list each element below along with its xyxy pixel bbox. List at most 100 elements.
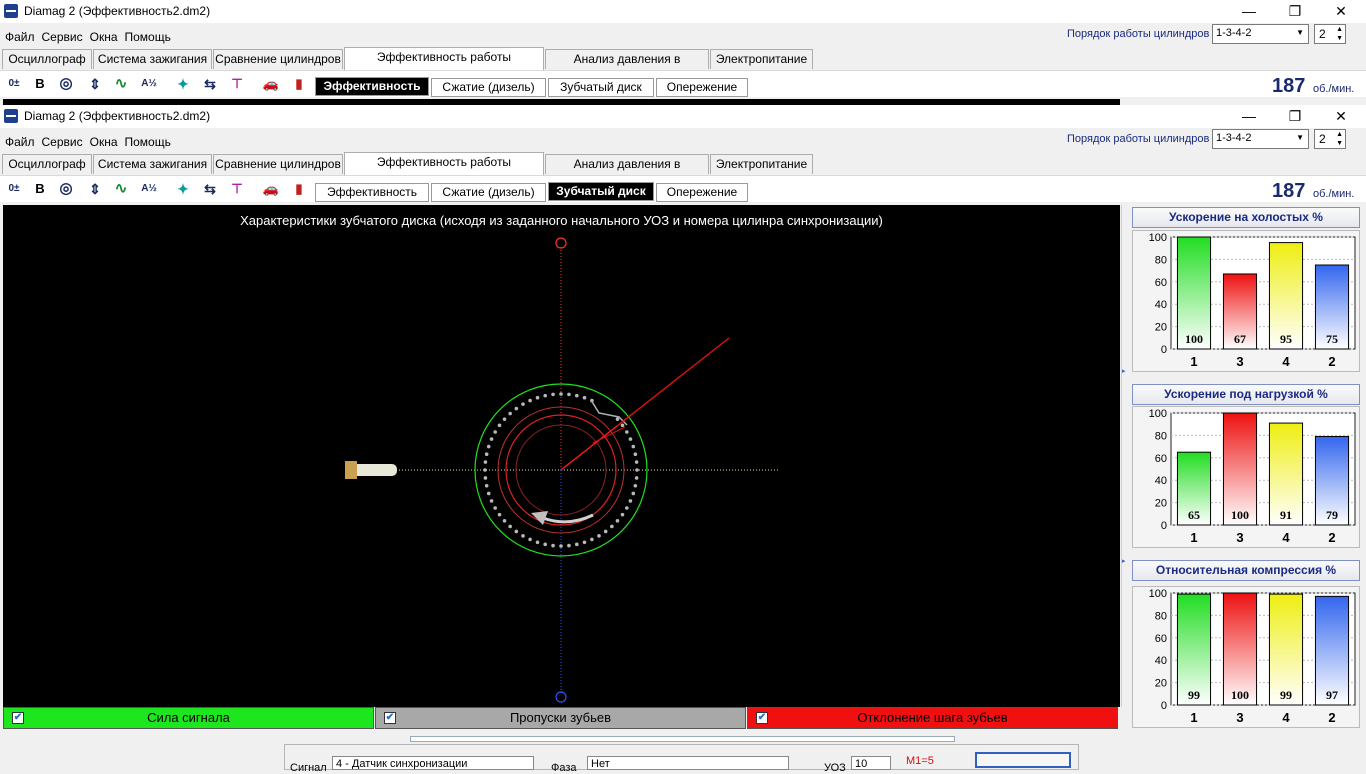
subtab-efficiency[interactable]: Эффективность (315, 77, 429, 96)
tab-cylinder-efficiency[interactable]: Эффективность работы цилиндров (344, 47, 544, 82)
zero-offset-icon[interactable]: 0± (4, 180, 24, 198)
close-icon[interactable]: ✕ (1318, 105, 1364, 128)
close-icon[interactable]: ✕ (1318, 0, 1364, 23)
gear-tooth (567, 392, 571, 397)
menu-help[interactable]: Помощь (120, 28, 173, 44)
subtab-advance[interactable]: Опережение (656, 78, 748, 97)
tab-ignition[interactable]: Система зажигания (93, 154, 212, 174)
sensor-probe-head (345, 461, 357, 479)
legend-label: Пропуски зубьев (509, 710, 612, 725)
subtab-advance[interactable]: Опережение (656, 183, 748, 202)
minimize-icon[interactable]: — (1226, 0, 1272, 23)
chart-load-acceleration: 0 20 40 60 80 100 65 1 100 3 91 4 79 2 (1132, 406, 1360, 548)
waveform-icon[interactable]: ∿ (111, 180, 131, 198)
tab-power-supply[interactable]: Электропитание (710, 154, 813, 174)
gear-tooth (528, 398, 532, 403)
tab-ignition[interactable]: Система зажигания (93, 49, 212, 69)
gear-tooth (559, 544, 563, 548)
y-tick-label: 40 (1155, 299, 1167, 311)
car-icon[interactable]: 🚗 (261, 75, 281, 93)
cylinder-order-select[interactable]: 1-3-4-2 ▼ (1212, 129, 1309, 149)
subtab-efficiency[interactable]: Эффективность (315, 183, 429, 202)
menu-file[interactable]: Файл (0, 28, 37, 44)
filter-icon[interactable]: ⊤ (227, 180, 247, 198)
restore-icon[interactable]: ❐ (1272, 105, 1318, 128)
cylinder-order-value: 1-3-4-2 (1216, 132, 1252, 144)
back-window: Diamag 2 (Эффективность2.dm2) — ❐ ✕ Файл… (0, 0, 1366, 105)
subtab-compression-diesel[interactable]: Сжатие (дизель) (431, 78, 546, 97)
tab-oscilloscope[interactable]: Осциллограф (2, 154, 92, 174)
tab-pressure-analysis[interactable]: Анализ давления в цилиндре (545, 154, 709, 189)
rpm-gauge-icon[interactable]: ◎ (56, 180, 76, 198)
chevron-down-icon: ▼ (1296, 28, 1304, 37)
tab-oscilloscope[interactable]: Осциллограф (2, 49, 92, 69)
rpm-gauge-icon[interactable]: ◎ (56, 75, 76, 93)
subtab-compression-diesel[interactable]: Сжатие (дизель) (431, 183, 546, 202)
numbering-icon[interactable]: ⇆ (200, 75, 220, 93)
filter-icon[interactable]: ⊤ (227, 75, 247, 93)
gear-tooth (528, 537, 532, 542)
bars-icon[interactable]: ▮ (289, 180, 309, 198)
cylinder-count-spinner[interactable]: 2 ▲ ▼ (1314, 129, 1346, 149)
subtab-gear-disk[interactable]: Зубчатый диск (548, 182, 654, 201)
legend-missing-teeth[interactable]: ✔ Пропуски зубьев (375, 707, 746, 729)
bold-icon[interactable]: B (30, 180, 50, 198)
legend-label: Отклонение шага зубьев (857, 710, 1008, 725)
menu-windows[interactable]: Окна (85, 28, 120, 44)
subtab-gear-disk[interactable]: Зубчатый диск (548, 78, 654, 97)
tab-cylinder-compare[interactable]: Сравнение цилиндров (213, 154, 343, 174)
gear-disk-canvas[interactable]: Характеристики зубчатого диска (исходя и… (3, 205, 1120, 707)
toolbar: 0± B ◎ ⇕ ∿ A½ ✦ ⇆ ⊤ 🚗 ▮ Эффективность Сж… (0, 175, 1366, 202)
minimize-icon[interactable]: — (1226, 105, 1272, 128)
numbering-icon[interactable]: ⇆ (200, 180, 220, 198)
bar-value-label: 97 (1326, 688, 1338, 702)
uoz-value: 10 (855, 758, 868, 770)
tab-pressure-analysis[interactable]: Анализ давления в цилиндре (545, 49, 709, 84)
tab-power-supply[interactable]: Электропитание (710, 49, 813, 69)
bar-value-label: 100 (1185, 332, 1203, 346)
gear-tooth (634, 476, 639, 480)
car-icon[interactable]: 🚗 (261, 180, 281, 198)
cylinder-count-spinner[interactable]: 2 ▲ ▼ (1314, 24, 1346, 44)
x-tick-label: 2 (1328, 530, 1335, 545)
menu-service[interactable]: Сервис (37, 28, 85, 44)
gear-disk-diagram (345, 237, 778, 703)
algorithm-icon[interactable]: A½ (139, 180, 159, 198)
cylinder-order-select[interactable]: 1-3-4-2 ▼ (1212, 24, 1309, 44)
scale-icon[interactable]: ⇕ (85, 75, 105, 93)
gear-tooth (625, 506, 629, 510)
bars-icon[interactable]: ▮ (289, 75, 309, 93)
algorithm-icon[interactable]: A½ (139, 75, 159, 93)
bold-icon[interactable]: B (30, 75, 50, 93)
tab-cylinder-efficiency[interactable]: Эффективность работы цилиндров (344, 152, 544, 187)
cylinder-count-value: 2 (1319, 132, 1326, 146)
y-tick-label: 100 (1149, 588, 1167, 600)
menu-service[interactable]: Сервис (37, 133, 85, 149)
splitter-handle[interactable]: ▸ ▸ (1121, 205, 1129, 707)
legend-signal-strength[interactable]: ✔ Сила сигнала (3, 707, 374, 729)
restore-icon[interactable]: ❐ (1272, 0, 1318, 23)
check-icon[interactable]: ✔ (12, 712, 24, 724)
legend-tooth-pitch-deviation[interactable]: ✔ Отклонение шага зубьев (747, 707, 1118, 729)
check-icon[interactable]: ✔ (384, 712, 396, 724)
scale-icon[interactable]: ⇕ (85, 180, 105, 198)
sensor-icon[interactable]: ✦ (173, 75, 193, 93)
zero-offset-icon[interactable]: 0± (4, 75, 24, 93)
gear-tooth (497, 512, 502, 517)
rpm-value: 187 (1272, 75, 1306, 97)
sensor-icon[interactable]: ✦ (173, 180, 193, 198)
rpm-unit: об./мин. (1313, 83, 1355, 95)
y-tick-label: 20 (1155, 498, 1167, 510)
menu-file[interactable]: Файл (0, 133, 37, 149)
menu-help[interactable]: Помощь (120, 133, 173, 149)
menu-windows[interactable]: Окна (85, 133, 120, 149)
gear-tooth (521, 402, 525, 406)
sync-needle-2 (560, 425, 618, 471)
x-tick-label: 4 (1282, 530, 1290, 545)
missing-teeth-notch (590, 399, 628, 426)
tab-cylinder-compare[interactable]: Сравнение цилиндров (213, 49, 343, 69)
horizontal-scrollbar[interactable] (410, 736, 955, 742)
apply-button[interactable] (975, 752, 1071, 768)
waveform-icon[interactable]: ∿ (111, 75, 131, 93)
check-icon[interactable]: ✔ (756, 712, 768, 724)
